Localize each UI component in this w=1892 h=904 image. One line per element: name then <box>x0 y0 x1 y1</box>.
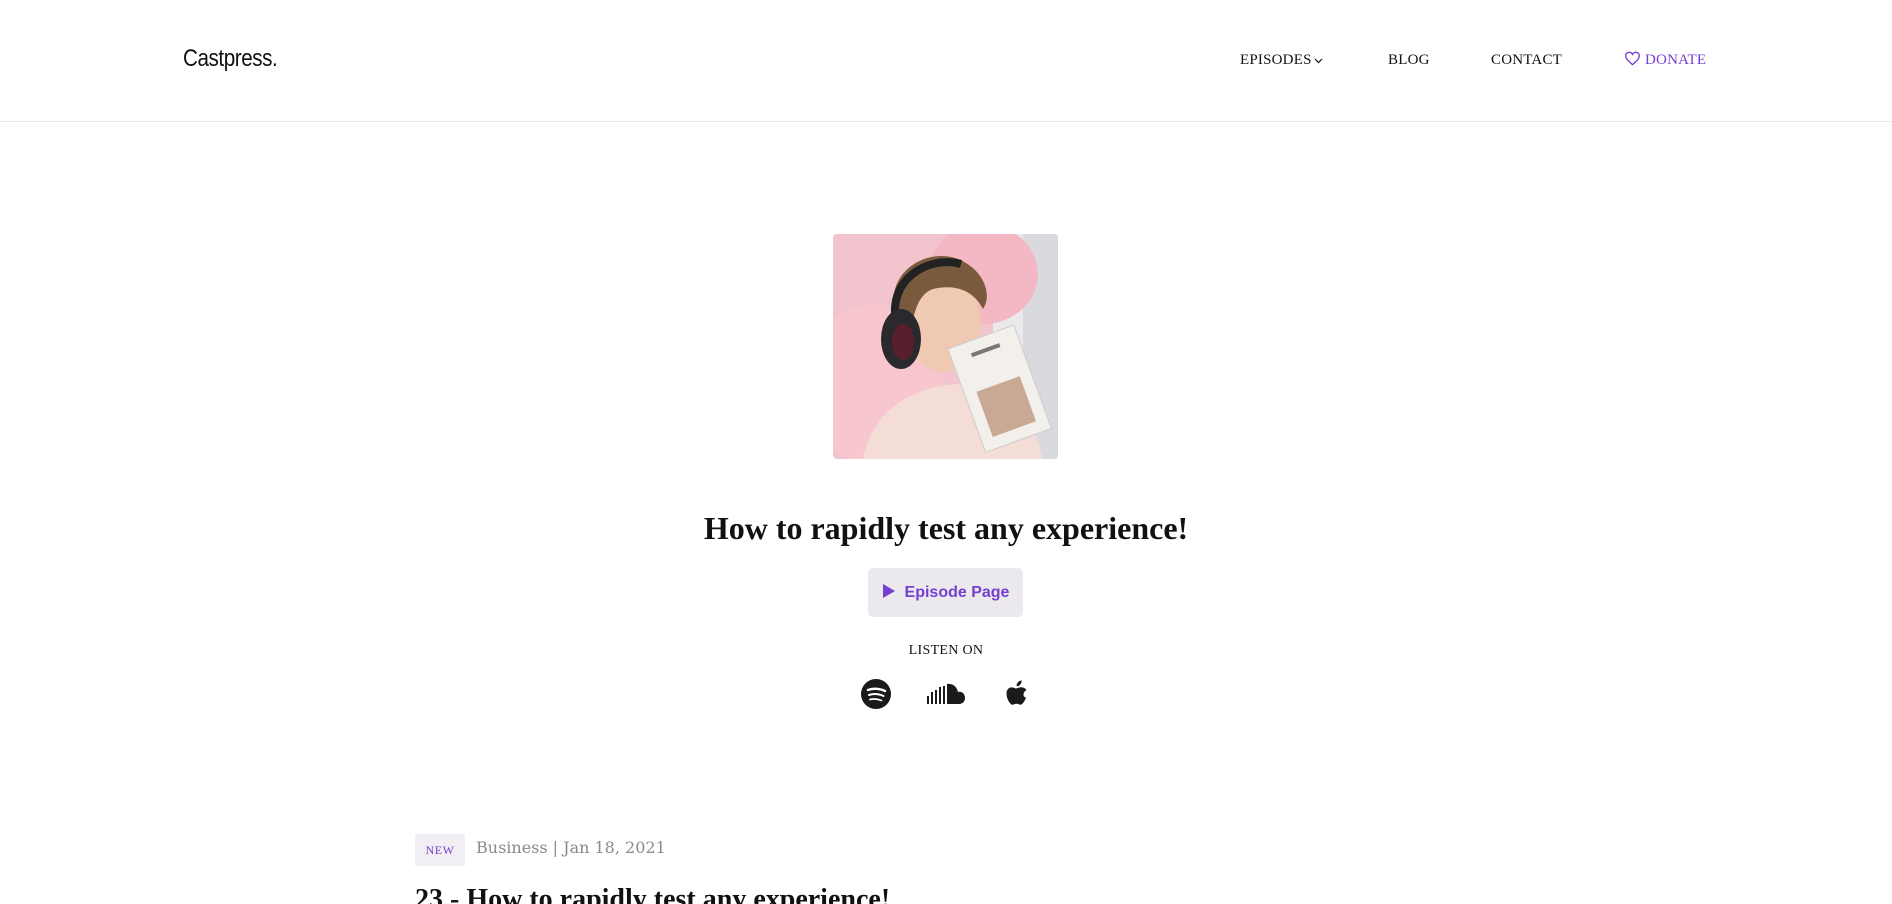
nav-contact[interactable]: CONTACT <box>1491 52 1562 69</box>
cover-illustration <box>833 234 1058 459</box>
episode-cover-image <box>833 234 1058 459</box>
hero-title: How to rapidly test any experience! <box>703 510 1189 546</box>
nav-episodes-label: EPISODES <box>1240 52 1312 68</box>
soundcloud-icon[interactable] <box>926 678 966 710</box>
chevron-down-icon <box>1314 58 1323 63</box>
post-title[interactable]: 23 - How to rapidly test any experience! <box>415 884 890 904</box>
nav-blog[interactable]: BLOG <box>1388 52 1430 69</box>
episode-page-button[interactable]: Episode Page <box>868 568 1023 617</box>
apple-icon[interactable] <box>1001 678 1033 710</box>
nav-donate[interactable]: DONATE <box>1624 51 1707 69</box>
spotify-icon[interactable] <box>860 678 892 710</box>
nav-episodes[interactable]: EPISODES <box>1240 52 1324 69</box>
play-icon <box>882 584 895 598</box>
new-badge: NEW <box>415 834 465 866</box>
heart-icon <box>1624 51 1641 66</box>
nav-donate-label: DONATE <box>1645 52 1707 68</box>
episode-page-label: Episode Page <box>904 583 1010 601</box>
post-meta: Business | Jan 18, 2021 <box>476 838 666 857</box>
site-header: Castpress. EPISODES BLOG CONTACT DONATE <box>0 0 1892 122</box>
listen-on-label: LISTEN ON <box>908 643 984 658</box>
site-logo[interactable]: Castpress. <box>183 45 278 73</box>
